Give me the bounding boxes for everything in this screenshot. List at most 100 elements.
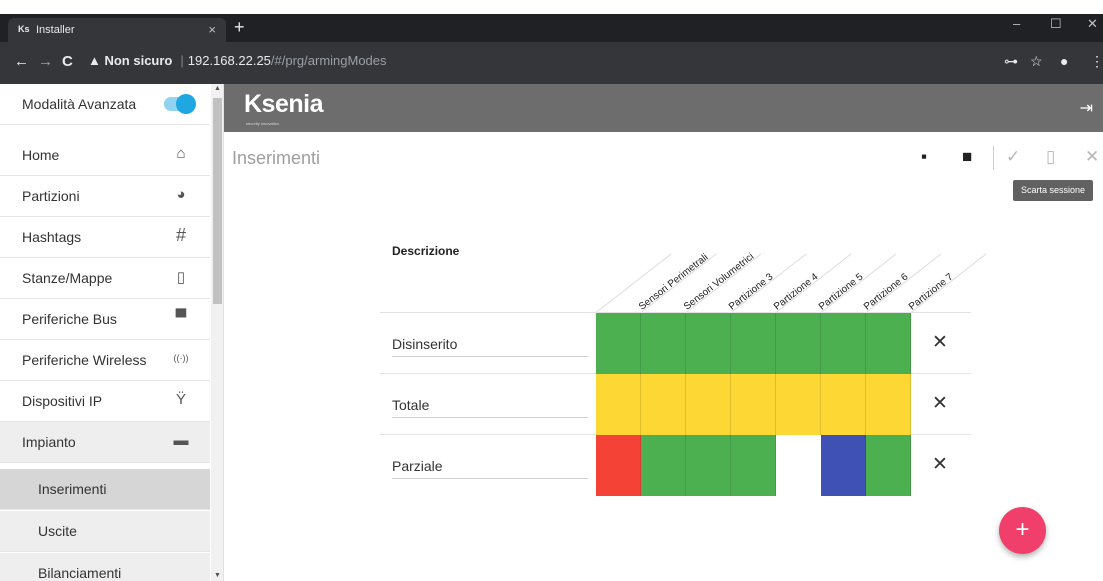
matrix-cell[interactable] xyxy=(641,374,686,435)
new-tab-button[interactable]: + xyxy=(234,17,245,38)
sidebar-item-home[interactable]: Home ⌂ xyxy=(0,135,210,176)
sidebar-item-label: Periferiche Bus xyxy=(22,311,117,327)
sidebar-subitem-label: Bilanciamenti xyxy=(38,565,122,581)
sidebar-item-label: Home xyxy=(22,147,60,163)
description-header: Descrizione xyxy=(392,244,460,258)
matrix-cell[interactable] xyxy=(596,313,641,374)
forward-arrow-icon[interactable]: → xyxy=(38,53,53,70)
browser-tab[interactable]: Ks Installer × xyxy=(8,18,226,42)
logout-icon[interactable]: ⇥ xyxy=(1080,98,1093,118)
discard-session-icon[interactable]: ▯ xyxy=(1046,147,1055,167)
add-arming-mode-button[interactable]: + xyxy=(999,507,1046,554)
column-divider xyxy=(596,253,672,313)
matrix-cell[interactable] xyxy=(866,313,911,374)
scroll-up-icon[interactable]: ▲ xyxy=(214,85,221,92)
logo-ks: Ks xyxy=(244,90,275,118)
browser-menu-icon[interactable]: ⋮ xyxy=(1090,53,1103,70)
row-label-underline xyxy=(392,356,588,357)
toolbar-divider xyxy=(993,146,994,170)
save-icon[interactable]: ▪ xyxy=(921,147,927,167)
address-bar: ← → C ▲ Non sicuro | 192.168.22.25/#/prg/a… xyxy=(0,42,1103,84)
advanced-mode-label: Modalità Avanzata xyxy=(22,96,137,112)
browser-tab-strip: Ks Installer × + – ☐ ✕ xyxy=(0,14,1103,42)
matrix-cell[interactable] xyxy=(596,435,641,496)
advanced-mode-row: Modalità Avanzata xyxy=(0,84,210,125)
column-header-partizione-3: Partizione 3 xyxy=(727,271,776,313)
confirm-icon[interactable]: ✓ xyxy=(1006,147,1020,167)
ksenia-logo: Ksenia security innovation xyxy=(244,90,324,126)
page-title: Inserimenti xyxy=(232,148,321,168)
tab-close-icon[interactable]: × xyxy=(208,22,216,37)
matrix-cell[interactable] xyxy=(866,435,911,496)
sidebar-item-label: Stanze/Mappe xyxy=(22,270,113,286)
sidebar-item-dispositivi-ip[interactable]: Dispositivi IP Ÿ xyxy=(0,381,210,422)
monitor-icon: ▀ xyxy=(175,309,187,326)
sidebar: Modalità Avanzata Home ⌂ Partizioni ◕ Ha… xyxy=(0,84,224,581)
matrix-cell[interactable] xyxy=(866,374,911,435)
matrix-cell[interactable] xyxy=(641,313,686,374)
matrix-cell[interactable] xyxy=(776,435,821,496)
ksenia-favicon-icon: Ks xyxy=(18,24,30,34)
maximize-icon[interactable]: ☐ xyxy=(1050,16,1062,32)
matrix-cell[interactable] xyxy=(731,435,776,496)
minimize-icon[interactable]: – xyxy=(1013,16,1020,31)
remove-row-icon[interactable]: ✕ xyxy=(932,331,948,354)
matrix-cell[interactable] xyxy=(821,313,866,374)
security-warning[interactable]: ▲ Non sicuro xyxy=(88,53,172,68)
logo-tagline: security innovation xyxy=(246,121,280,126)
matrix-cell[interactable] xyxy=(821,374,866,435)
url-host: 192.168.22.25 xyxy=(187,53,271,68)
url-field[interactable]: ▲ Non sicuro | 192.168.22.25/#/prg/armingM… xyxy=(88,53,387,68)
sidebar-subitem-inserimenti[interactable]: Inserimenti xyxy=(0,469,210,510)
sidebar-item-label: Hashtags xyxy=(22,229,82,245)
matrix-cell[interactable] xyxy=(641,435,686,496)
door-icon: ▯ xyxy=(176,269,186,286)
wireless-icon: ((·)) xyxy=(173,353,189,363)
sidebar-item-hashtags[interactable]: Hashtags # xyxy=(0,217,210,258)
toggle-knob xyxy=(176,94,196,114)
hashtag-icon: # xyxy=(175,225,186,245)
matrix-cell[interactable] xyxy=(686,374,731,435)
column-header-partizione-5: Partizione 5 xyxy=(817,271,866,313)
sidebar-item-stanze-mappe[interactable]: Stanze/Mappe ▯ xyxy=(0,258,210,299)
matrix-cell[interactable] xyxy=(686,313,731,374)
sidebar-item-periferiche-bus[interactable]: Periferiche Bus ▀ xyxy=(0,299,210,340)
remove-row-icon[interactable]: ✕ xyxy=(932,392,948,415)
plug-icon: Ÿ xyxy=(175,391,186,408)
delete-icon[interactable]: ■ xyxy=(962,147,972,167)
reload-icon[interactable]: C xyxy=(62,53,73,70)
sidebar-item-impianto[interactable]: Impianto ▬ xyxy=(0,422,210,463)
briefcase-icon: ▬ xyxy=(173,432,189,449)
sidebar-item-periferiche-wireless[interactable]: Periferiche Wireless ((·)) xyxy=(0,340,210,381)
sidebar-subitem-bilanciamenti[interactable]: Bilanciamenti xyxy=(0,553,210,581)
scroll-down-icon[interactable]: ▼ xyxy=(214,572,221,579)
sidebar-item-label: Partizioni xyxy=(22,188,80,204)
sidebar-subitem-label: Inserimenti xyxy=(38,481,107,497)
sidebar-scrollbar[interactable]: ▲ ▼ xyxy=(211,84,223,581)
close-tools-icon[interactable]: ✕ xyxy=(1085,147,1099,167)
row-label-underline xyxy=(392,417,588,418)
matrix-cell[interactable] xyxy=(731,374,776,435)
back-arrow-icon[interactable]: ← xyxy=(14,53,29,70)
column-header-partizione-4: Partizione 4 xyxy=(772,271,821,313)
sidebar-item-partizioni[interactable]: Partizioni ◕ xyxy=(0,176,210,217)
pie-chart-icon: ◕ xyxy=(176,186,186,203)
matrix-cell[interactable] xyxy=(686,435,731,496)
remove-row-icon[interactable]: ✕ xyxy=(932,453,948,476)
sidebar-item-label: Dispositivi IP xyxy=(22,393,103,409)
logo-text: enia xyxy=(274,90,324,118)
sidebar-subitem-uscite[interactable]: Uscite xyxy=(0,511,210,552)
matrix-cell[interactable] xyxy=(821,435,866,496)
home-icon: ⌂ xyxy=(176,145,186,162)
key-icon[interactable]: ⊶ xyxy=(1004,53,1018,70)
profile-icon[interactable]: ● xyxy=(1060,53,1068,69)
matrix-cell[interactable] xyxy=(596,374,641,435)
star-icon[interactable]: ☆ xyxy=(1030,53,1043,70)
matrix-cell[interactable] xyxy=(776,313,821,374)
matrix-cell[interactable] xyxy=(776,374,821,435)
url-path: /#/prg/armingModes xyxy=(270,53,387,68)
advanced-mode-toggle[interactable] xyxy=(164,94,196,114)
matrix-cell[interactable] xyxy=(731,313,776,374)
scrollbar-thumb[interactable] xyxy=(213,98,222,304)
window-close-icon[interactable]: ✕ xyxy=(1087,16,1098,32)
